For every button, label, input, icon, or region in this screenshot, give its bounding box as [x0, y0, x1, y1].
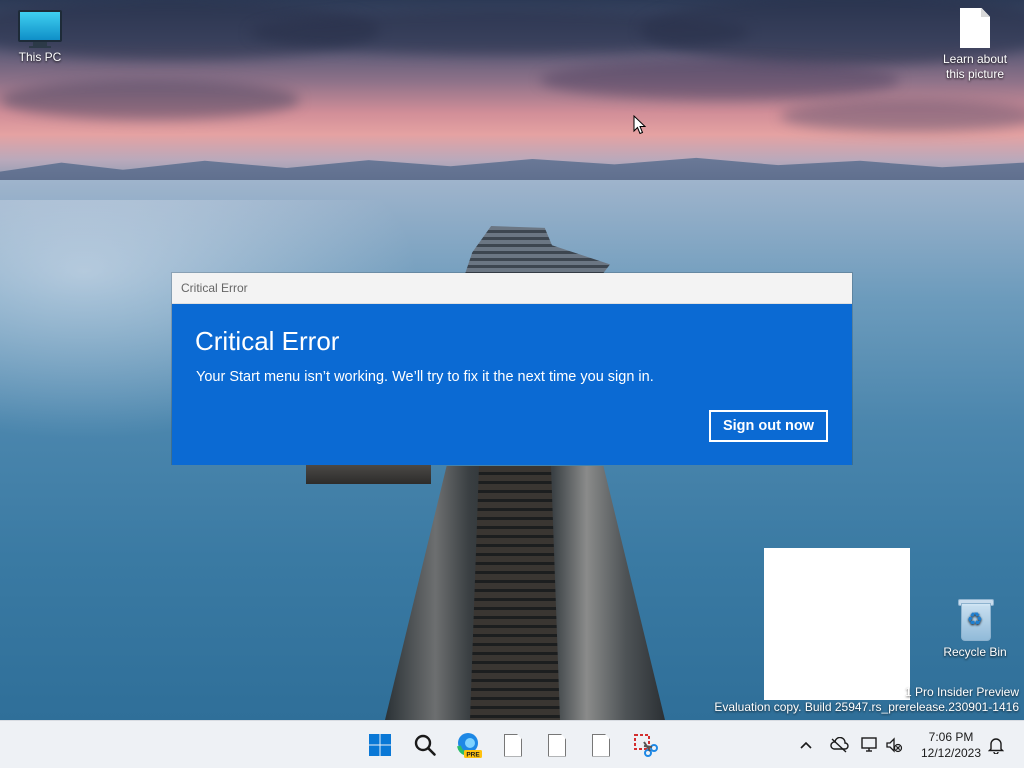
critical-error-dialog: Critical Error Critical Error Your Start…: [172, 273, 852, 465]
onedrive-button[interactable]: [826, 727, 852, 763]
desktop-icon-label: Learn about this picture: [942, 52, 1008, 81]
dialog-body: Critical Error Your Start menu isn’t wor…: [172, 304, 852, 465]
taskbar-file-button-1[interactable]: [495, 727, 531, 763]
document-icon: [960, 8, 990, 48]
onedrive-offline-icon: [830, 737, 849, 753]
taskbar: PRE 7:06 PM 12/12/2023: [0, 720, 1024, 768]
clock-time: 7:06 PM: [928, 730, 974, 744]
file-icon: [504, 733, 522, 757]
search-icon: [414, 734, 436, 756]
recycle-bin-icon: ♻: [958, 597, 994, 641]
search-button[interactable]: [407, 727, 443, 763]
mouse-cursor-icon: [633, 115, 647, 135]
taskbar-clock[interactable]: 7:06 PM 12/12/2023: [918, 729, 984, 761]
taskbar-file-button-3[interactable]: [583, 727, 619, 763]
show-hidden-icons-button[interactable]: [796, 727, 816, 763]
dialog-window-title: Critical Error: [181, 281, 248, 295]
taskbar-file-button-2[interactable]: [539, 727, 575, 763]
edge-preview-button[interactable]: PRE: [451, 727, 487, 763]
dialog-titlebar[interactable]: Critical Error: [172, 273, 852, 304]
sign-out-now-button[interactable]: Sign out now: [709, 410, 828, 442]
desktop-icon-recycle-bin[interactable]: ♻ Recycle Bin: [935, 597, 1015, 660]
blank-window-area: [764, 548, 910, 700]
network-icon: [861, 737, 877, 752]
edge-pre-badge: PRE: [466, 752, 480, 759]
windows-logo-icon: [369, 734, 391, 756]
dialog-message: Your Start menu isn’t working. We’ll try…: [196, 369, 654, 385]
bell-icon: [988, 738, 1004, 754]
watermark-line-1: 1 Pro Insider Preview: [904, 685, 1019, 699]
dialog-heading: Critical Error: [195, 326, 340, 356]
start-button[interactable]: [362, 727, 398, 763]
desktop-icon-label: This PC: [18, 50, 62, 64]
desktop-icon-learn-about-picture[interactable]: Learn about this picture: [935, 8, 1015, 82]
chevron-up-icon: [800, 741, 812, 749]
desktop-icon-label: Recycle Bin: [943, 645, 1007, 659]
clock-date: 12/12/2023: [920, 746, 982, 760]
file-icon: [548, 733, 566, 757]
evaluation-watermark: 1 Pro Insider Preview Evaluation copy. B…: [714, 685, 1019, 715]
desktop-icon-this-pc[interactable]: This PC: [0, 10, 80, 65]
notifications-button[interactable]: [986, 727, 1006, 763]
edge-pre-icon: PRE: [457, 733, 482, 759]
this-pc-icon: [0, 10, 80, 48]
network-volume-button[interactable]: [857, 727, 907, 763]
watermark-line-2: Evaluation copy. Build 25947.rs_prerelea…: [714, 700, 1019, 714]
snipping-tool-icon: [634, 734, 658, 757]
wallpaper-sky: [0, 0, 1024, 182]
file-icon: [592, 733, 610, 757]
volume-muted-icon: [886, 737, 903, 753]
snipping-tool-button[interactable]: [627, 727, 663, 763]
